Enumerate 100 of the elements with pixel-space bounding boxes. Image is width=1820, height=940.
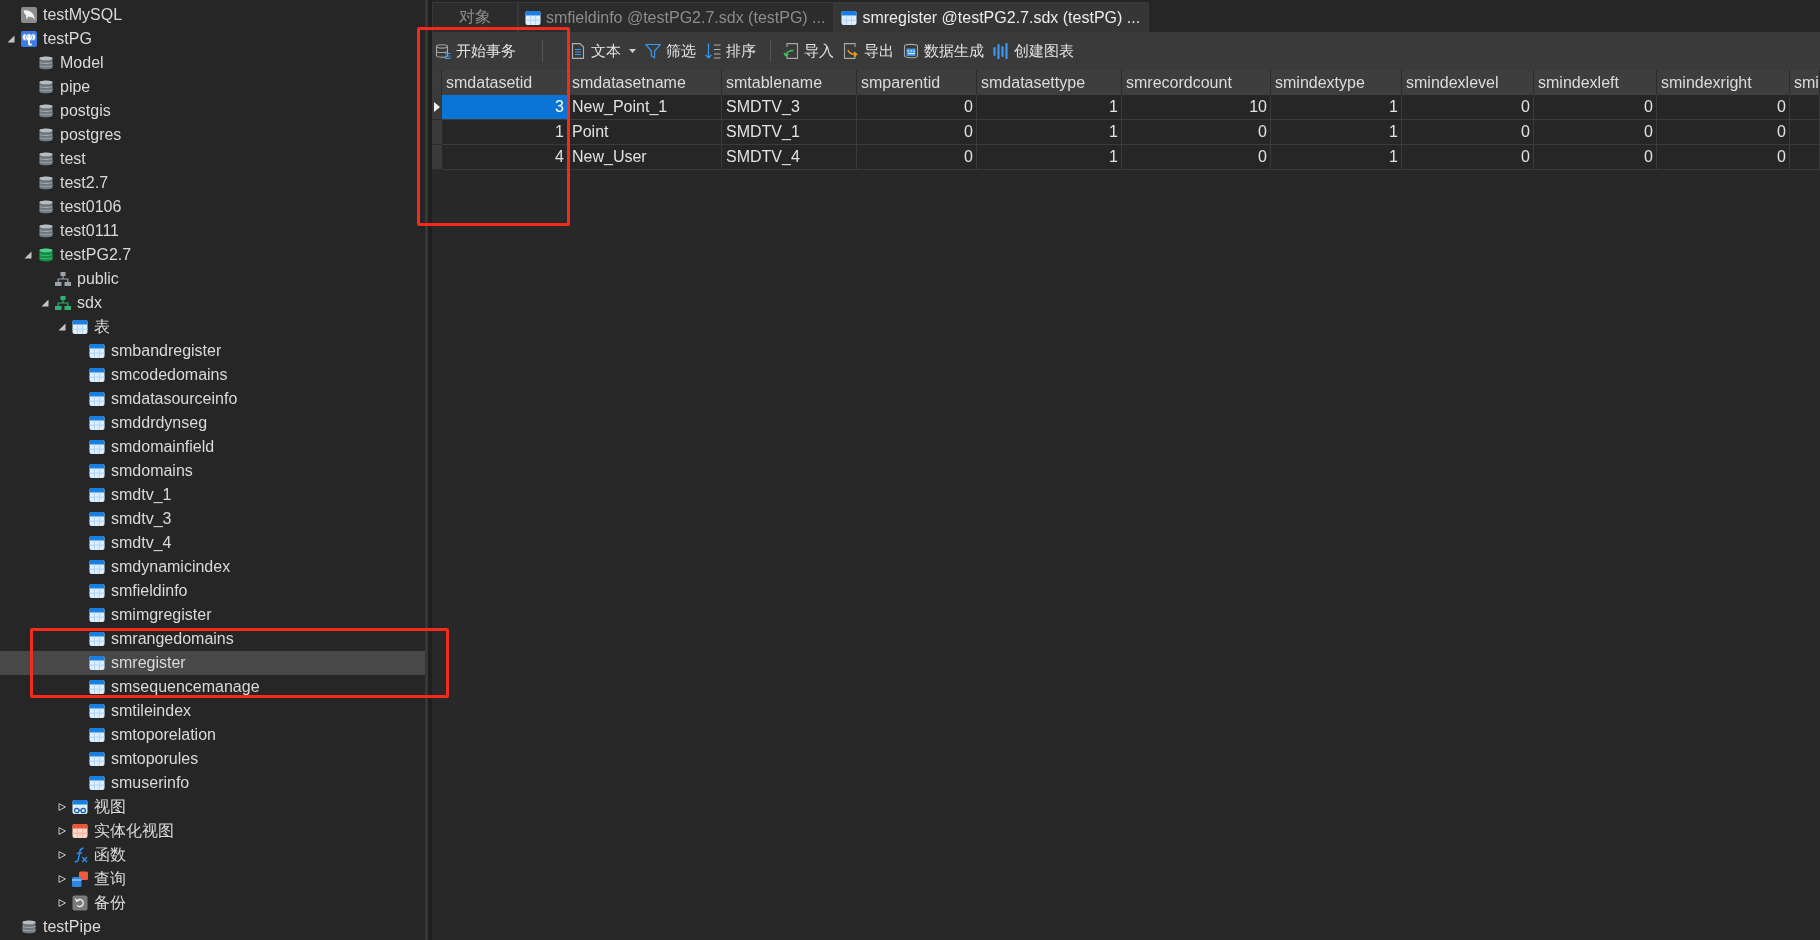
table-cell: 0 bbox=[1534, 95, 1657, 120]
column-header[interactable]: smi bbox=[1790, 70, 1820, 95]
column-header[interactable]: smindexright bbox=[1657, 70, 1790, 95]
toolbar-button[interactable]: 导出 bbox=[840, 38, 897, 64]
table-icon bbox=[89, 463, 105, 479]
collapsed-arrow-icon[interactable] bbox=[58, 875, 66, 883]
tree-item[interactable]: smtoporelation bbox=[0, 723, 425, 747]
table-cell: 0 bbox=[1534, 120, 1657, 145]
table-icon bbox=[89, 655, 105, 671]
expanded-arrow-icon[interactable] bbox=[24, 251, 32, 259]
column-header[interactable]: smtablename bbox=[722, 70, 857, 95]
column-header[interactable]: smparentid bbox=[857, 70, 977, 95]
table-icon bbox=[72, 823, 88, 839]
tree-item[interactable]: test bbox=[0, 147, 425, 171]
tree-item[interactable]: smtoporules bbox=[0, 747, 425, 771]
column-header[interactable]: smindexleft bbox=[1534, 70, 1657, 95]
table-cell: 10 bbox=[1122, 95, 1271, 120]
tree-item[interactable]: 函数 bbox=[0, 843, 425, 867]
column-header[interactable]: smdatasetname bbox=[568, 70, 722, 95]
table-icon bbox=[89, 487, 105, 503]
column-header[interactable]: smindexlevel bbox=[1402, 70, 1534, 95]
tree-item[interactable]: smdomainfield bbox=[0, 435, 425, 459]
tree-item[interactable]: smuserinfo bbox=[0, 771, 425, 795]
row-pointer-icon bbox=[434, 102, 440, 112]
column-header[interactable]: smdatasettype bbox=[977, 70, 1122, 95]
tree-item[interactable]: pipe bbox=[0, 75, 425, 99]
tree-item[interactable]: postgis bbox=[0, 99, 425, 123]
expanded-arrow-icon[interactable] bbox=[58, 323, 66, 331]
tree-item[interactable]: smddrdynseg bbox=[0, 411, 425, 435]
column-header[interactable]: smdatasetid bbox=[442, 70, 568, 95]
table-icon bbox=[89, 751, 105, 767]
collapsed-arrow-icon[interactable] bbox=[58, 827, 66, 835]
tree-item[interactable]: 备份 bbox=[0, 891, 425, 915]
toolbar-button[interactable]: 创建图表 bbox=[990, 38, 1077, 64]
tree-item[interactable]: smregister bbox=[0, 651, 425, 675]
tree-item[interactable]: smcodedomains bbox=[0, 363, 425, 387]
table-cell: 0 bbox=[1402, 145, 1534, 170]
tree-item[interactable]: testMySQL bbox=[0, 3, 425, 27]
tree-item[interactable]: postgres bbox=[0, 123, 425, 147]
collapsed-arrow-icon[interactable] bbox=[58, 803, 66, 811]
tab[interactable]: smfieldinfo @testPG2.7.sdx (testPG) ... bbox=[518, 2, 835, 32]
tree-item[interactable]: testPG2.7 bbox=[0, 243, 425, 267]
tree-item[interactable]: 查询 bbox=[0, 867, 425, 891]
tab[interactable]: smregister @testPG2.7.sdx (testPG) ... bbox=[834, 2, 1150, 32]
table-cell: 0 bbox=[1122, 120, 1271, 145]
tree-item[interactable]: Model bbox=[0, 51, 425, 75]
tree-item[interactable]: smdatasourceinfo bbox=[0, 387, 425, 411]
tree-item[interactable]: sdx bbox=[0, 291, 425, 315]
query-icon bbox=[72, 871, 88, 887]
tree-item[interactable]: smdomains bbox=[0, 459, 425, 483]
tree-item[interactable]: smbandregister bbox=[0, 339, 425, 363]
table-icon bbox=[89, 415, 105, 431]
filter-icon bbox=[645, 43, 661, 59]
table-cell: 0 bbox=[857, 95, 977, 120]
table-icon bbox=[89, 439, 105, 455]
table-cell: 0 bbox=[1657, 145, 1790, 170]
tree-item[interactable]: smimgregister bbox=[0, 603, 425, 627]
table-icon bbox=[841, 9, 858, 26]
database-icon bbox=[435, 43, 451, 59]
table-cell: 1 bbox=[1271, 120, 1402, 145]
table-cell: New_User bbox=[568, 145, 722, 170]
table-icon bbox=[89, 559, 105, 575]
table-icon bbox=[89, 631, 105, 647]
table-glasses-icon bbox=[72, 799, 88, 815]
collapsed-arrow-icon[interactable] bbox=[58, 851, 66, 859]
tree-item[interactable]: 视图 bbox=[0, 795, 425, 819]
tree-item[interactable]: smdynamicindex bbox=[0, 555, 425, 579]
tree-item[interactable]: smfieldinfo bbox=[0, 579, 425, 603]
tree-item[interactable]: 表 bbox=[0, 315, 425, 339]
table-cell: New_Point_1 bbox=[568, 95, 722, 120]
toolbar-button[interactable]: 开始事务 bbox=[432, 38, 519, 64]
tree-item[interactable]: smrangedomains bbox=[0, 627, 425, 651]
tree-item[interactable]: testPipe bbox=[0, 915, 425, 939]
toolbar-button[interactable]: 排序 bbox=[702, 38, 759, 64]
tree-item[interactable]: testPG bbox=[0, 27, 425, 51]
tree-item[interactable]: smtileindex bbox=[0, 699, 425, 723]
caret-icon[interactable] bbox=[629, 49, 636, 53]
history-icon bbox=[72, 895, 88, 911]
tree-item[interactable]: test2.7 bbox=[0, 171, 425, 195]
collapsed-arrow-icon[interactable] bbox=[58, 899, 66, 907]
tree-item[interactable]: public bbox=[0, 267, 425, 291]
tree-item[interactable]: 实体化视图 bbox=[0, 819, 425, 843]
tree-item[interactable]: test0111 bbox=[0, 219, 425, 243]
column-header[interactable]: smrecordcount bbox=[1122, 70, 1271, 95]
toolbar-button[interactable]: 筛选 bbox=[642, 38, 699, 64]
expanded-arrow-icon[interactable] bbox=[7, 35, 15, 43]
export-icon bbox=[843, 43, 859, 59]
column-header[interactable]: smindextype bbox=[1271, 70, 1402, 95]
table-cell: 0 bbox=[1657, 120, 1790, 145]
tree-item[interactable]: smdtv_4 bbox=[0, 531, 425, 555]
tree-item[interactable]: smdtv_3 bbox=[0, 507, 425, 531]
expanded-arrow-icon[interactable] bbox=[41, 299, 49, 307]
toolbar-button[interactable]: 导入 bbox=[780, 38, 837, 64]
tab[interactable]: 对象 bbox=[432, 2, 518, 32]
tree-item[interactable]: smsequencemanage bbox=[0, 675, 425, 699]
toolbar-button[interactable]: 数据生成 bbox=[900, 38, 987, 64]
tree-item[interactable]: smdtv_1 bbox=[0, 483, 425, 507]
toolbar-button[interactable]: 文本 bbox=[567, 38, 639, 64]
data-document-icon bbox=[903, 43, 919, 59]
tree-item[interactable]: test0106 bbox=[0, 195, 425, 219]
